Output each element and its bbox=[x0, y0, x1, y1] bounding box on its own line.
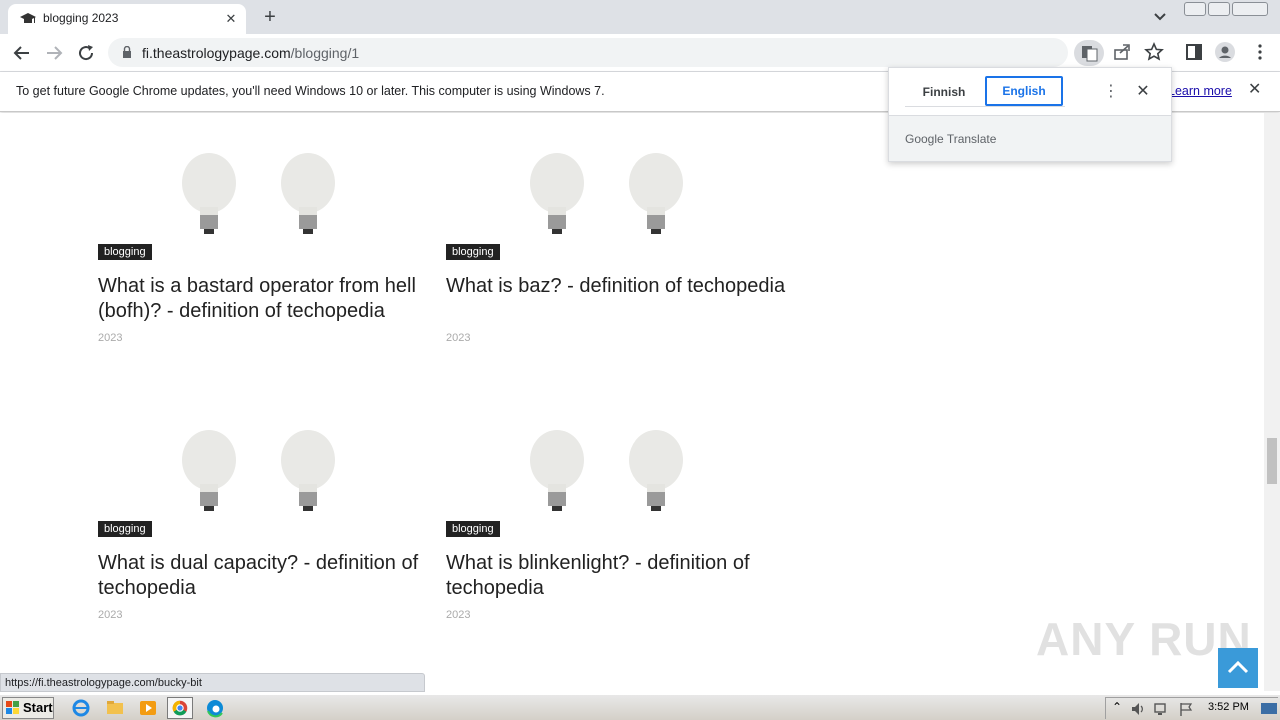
lightbulbs-image bbox=[182, 153, 335, 234]
article-title[interactable]: What is dual capacity? - definition of t… bbox=[98, 551, 443, 601]
translate-footer: Google Translate bbox=[889, 115, 1171, 161]
target-language-tab[interactable]: English bbox=[985, 76, 1063, 106]
back-arrow-icon[interactable] bbox=[10, 41, 34, 65]
category-tag[interactable]: blogging bbox=[98, 244, 152, 260]
restore-button[interactable] bbox=[1208, 2, 1230, 16]
reload-icon[interactable] bbox=[74, 41, 98, 65]
share-icon[interactable] bbox=[1112, 42, 1132, 62]
translate-options-icon[interactable]: ⋮ bbox=[1103, 82, 1119, 102]
tab-title: blogging 2023 bbox=[43, 11, 119, 25]
url-text: fi.theastrologypage.com/blogging/1 bbox=[142, 45, 359, 61]
translate-popup: Finnish English ⋮ ✕ Google Translate bbox=[888, 67, 1172, 162]
status-url-bubble: https://fi.theastrologypage.com/bucky-bi… bbox=[0, 673, 425, 692]
article-year: 2023 bbox=[446, 332, 471, 344]
file-explorer-icon[interactable] bbox=[102, 697, 128, 719]
tab-strip: blogging 2023 ✕ + bbox=[0, 0, 1280, 34]
new-tab-button[interactable]: + bbox=[258, 6, 282, 30]
scroll-to-top-button[interactable] bbox=[1218, 648, 1258, 688]
lock-icon bbox=[123, 46, 131, 58]
page-scrollbar[interactable] bbox=[1264, 113, 1280, 691]
system-tray: ⌃ bbox=[1105, 697, 1278, 719]
translate-close-icon[interactable]: ✕ bbox=[1135, 82, 1151, 102]
language-tab-divider bbox=[905, 106, 1065, 107]
forward-arrow-icon[interactable] bbox=[42, 41, 66, 65]
infobar-close-icon[interactable]: ✕ bbox=[1248, 82, 1264, 98]
start-button[interactable]: Start bbox=[2, 697, 54, 719]
volume-icon[interactable] bbox=[1130, 701, 1146, 717]
tab-close-icon[interactable]: ✕ bbox=[222, 10, 240, 28]
media-player-icon[interactable] bbox=[135, 697, 161, 719]
page-content: blogging What is a bastard operator from… bbox=[0, 113, 1264, 691]
network-icon[interactable] bbox=[1153, 701, 1169, 717]
article-title[interactable]: What is a bastard operator from hell (bo… bbox=[98, 274, 443, 324]
close-window-button[interactable] bbox=[1232, 2, 1268, 16]
category-tag[interactable]: blogging bbox=[446, 521, 500, 537]
infobar-message: To get future Google Chrome updates, you… bbox=[16, 84, 605, 98]
learn-more-link[interactable]: Learn more bbox=[1168, 84, 1232, 98]
show-desktop-icon[interactable] bbox=[1260, 701, 1278, 717]
lightbulbs-image bbox=[182, 430, 335, 511]
browser-tab[interactable]: blogging 2023 ✕ bbox=[8, 4, 246, 34]
windows-logo-icon bbox=[6, 701, 19, 714]
windows-taskbar: Start ⌃ 3:52 PM bbox=[0, 694, 1280, 720]
internet-explorer-icon[interactable] bbox=[68, 697, 94, 719]
translate-icon[interactable] bbox=[1074, 40, 1104, 66]
address-bar[interactable]: fi.theastrologypage.com/blogging/1 bbox=[108, 38, 1068, 67]
start-label: Start bbox=[23, 700, 53, 715]
profile-avatar-icon[interactable] bbox=[1215, 42, 1235, 62]
source-language-tab[interactable]: Finnish bbox=[905, 78, 983, 106]
category-tag[interactable]: blogging bbox=[98, 521, 152, 537]
article-title[interactable]: What is blinkenlight? - definition of te… bbox=[446, 551, 791, 601]
graduation-cap-icon bbox=[20, 13, 36, 23]
kebab-menu-icon[interactable] bbox=[1250, 42, 1270, 62]
chrome-icon[interactable] bbox=[167, 697, 193, 719]
url-host: fi.theastrologypage.com bbox=[142, 45, 291, 61]
article-year: 2023 bbox=[98, 332, 123, 344]
side-panel-icon[interactable] bbox=[1184, 42, 1204, 62]
url-path: /blogging/1 bbox=[290, 45, 360, 61]
chevron-up-icon bbox=[1227, 660, 1249, 674]
article-year: 2023 bbox=[446, 609, 471, 621]
google-translate-brand: Google Translate bbox=[905, 132, 997, 146]
category-tag[interactable]: blogging bbox=[446, 244, 500, 260]
article-year: 2023 bbox=[98, 609, 123, 621]
edge-icon[interactable] bbox=[202, 697, 228, 719]
chevron-down-icon[interactable] bbox=[1150, 8, 1170, 26]
show-hidden-icons[interactable]: ⌃ bbox=[1112, 700, 1122, 714]
scrollbar-thumb[interactable] bbox=[1267, 438, 1277, 484]
lightbulbs-image bbox=[530, 153, 683, 234]
bookmark-star-icon[interactable] bbox=[1144, 42, 1164, 62]
lightbulbs-image bbox=[530, 430, 683, 511]
action-center-flag-icon[interactable] bbox=[1178, 701, 1194, 717]
minimize-button[interactable] bbox=[1184, 2, 1206, 16]
taskbar-clock: 3:52 PM bbox=[1208, 701, 1249, 713]
article-title[interactable]: What is baz? - definition of techopedia bbox=[446, 274, 791, 299]
